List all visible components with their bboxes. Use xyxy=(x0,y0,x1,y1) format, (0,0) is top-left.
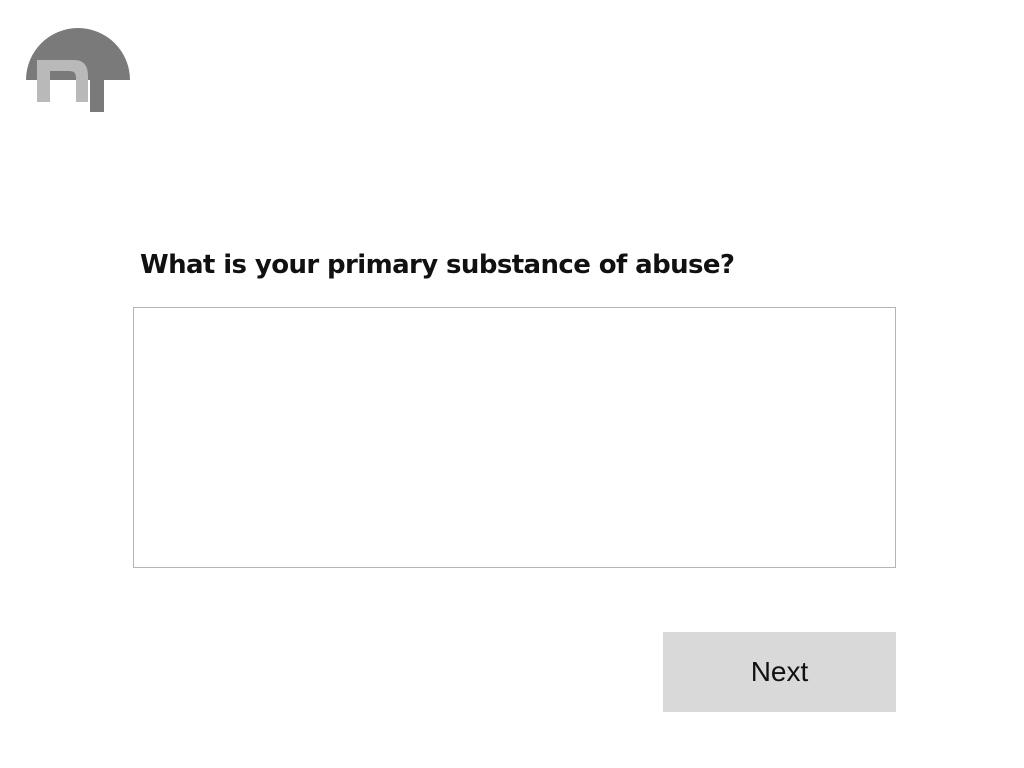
logo-handle xyxy=(90,68,104,112)
logo-letter-n xyxy=(37,60,88,102)
nt-logo-icon xyxy=(24,26,132,116)
answer-text-field[interactable] xyxy=(133,307,896,568)
next-button[interactable]: Next xyxy=(663,632,896,712)
nt-logo-graphic xyxy=(26,28,130,112)
question-heading: What is your primary substance of abuse? xyxy=(140,250,735,280)
